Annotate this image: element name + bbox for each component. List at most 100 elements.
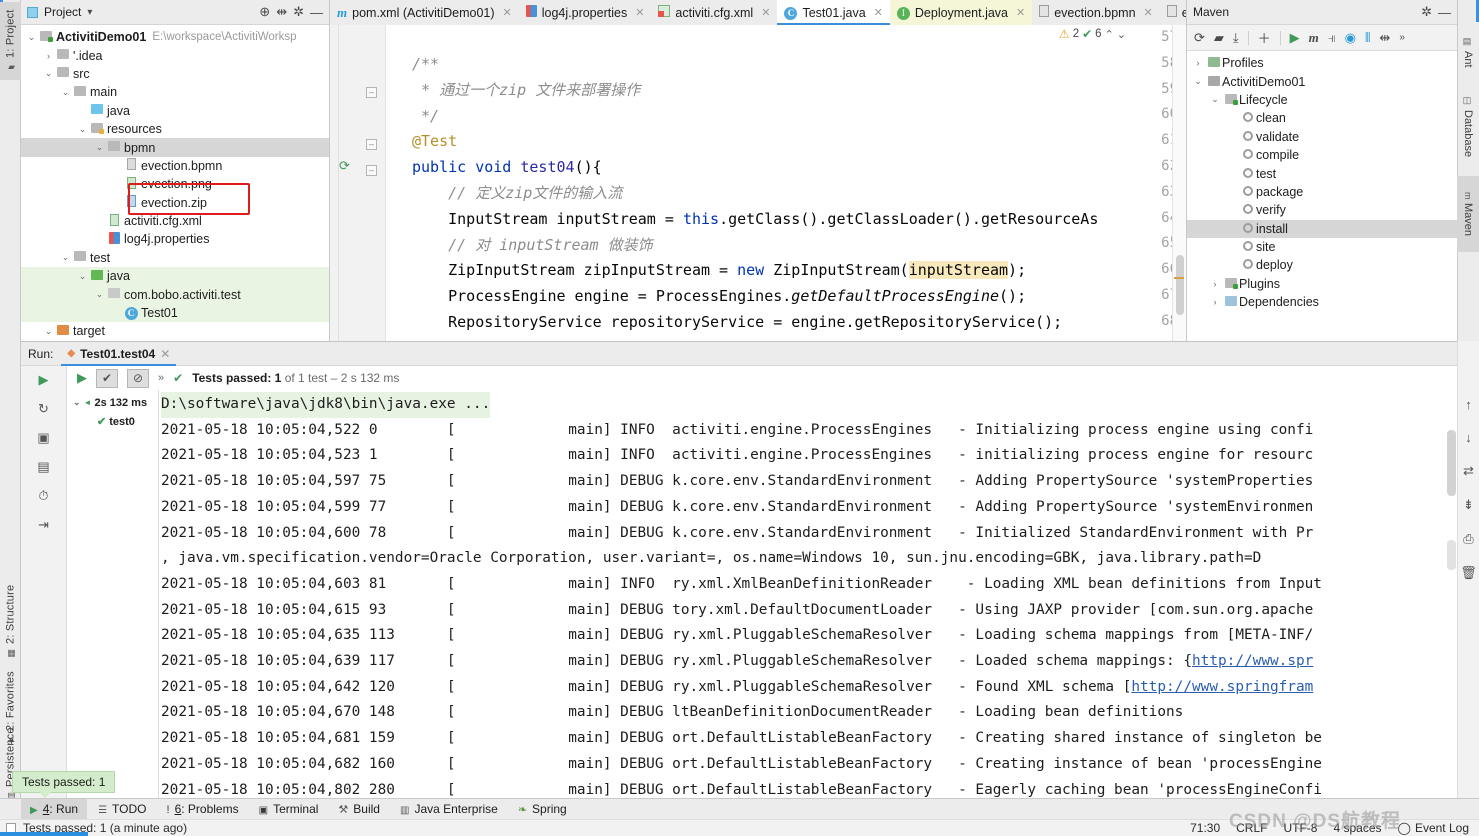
maven-tree-node[interactable]: package bbox=[1187, 183, 1457, 201]
editor-tab[interactable]: log4j.properties ✕ bbox=[519, 0, 652, 25]
chevron-down-icon[interactable]: ⌄ bbox=[93, 289, 106, 300]
chevron-right-icon[interactable]: › bbox=[42, 51, 55, 61]
close-icon[interactable]: ✕ bbox=[1144, 6, 1153, 19]
chevron-right-icon[interactable]: › bbox=[1208, 279, 1222, 289]
maven-tree-node[interactable]: site bbox=[1187, 238, 1457, 256]
fold-marker-icon[interactable]: – bbox=[366, 87, 377, 98]
code-line[interactable]: public void test04(){ bbox=[412, 154, 602, 180]
maven-tree-node[interactable]: ⌄ ActivitiDemo01 bbox=[1187, 72, 1457, 90]
maven-tree-node[interactable]: ⌄ Lifecycle bbox=[1187, 91, 1457, 109]
maven-toolbar[interactable]: ⟳ ▰ ⤓ ＋ ▶ m ⫣ ◉ ⫴ ⇹ » bbox=[1187, 25, 1457, 51]
console-scrollbar-track[interactable] bbox=[1447, 540, 1456, 570]
close-icon[interactable]: ✕ bbox=[761, 6, 770, 19]
maven-tree-node[interactable]: compile bbox=[1187, 146, 1457, 164]
execute-maven-goal-icon[interactable]: m bbox=[1309, 30, 1319, 46]
run-configuration-tab[interactable]: ◆ Test01.test04 ✕ bbox=[61, 342, 177, 366]
reload-icon[interactable]: ⟳ bbox=[1194, 30, 1205, 46]
test-tree-item[interactable]: ✔ test0 bbox=[67, 412, 158, 431]
editor-tab[interactable]: I Deployment.java ✕ bbox=[889, 0, 1033, 25]
code-line[interactable]: // 对 inputStream 做装饰 bbox=[412, 232, 653, 258]
maven-tree[interactable]: › Profiles ⌄ ActivitiDemo01 ⌄ Lifecycle clean v… bbox=[1187, 51, 1457, 311]
expand-icon[interactable]: » bbox=[158, 372, 164, 384]
add-maven-projects-icon[interactable]: ▰ bbox=[1214, 30, 1224, 46]
chevron-right-icon[interactable]: › bbox=[1191, 58, 1205, 68]
project-tree-node[interactable]: › '.idea bbox=[21, 46, 329, 64]
history-icon[interactable]: ⏱ bbox=[38, 488, 48, 504]
bottom-bar-item-terminal[interactable]: ▣ Terminal bbox=[250, 799, 328, 820]
caret-position[interactable]: 71:30 bbox=[1190, 821, 1220, 835]
stop-icon[interactable]: ▣ bbox=[37, 430, 49, 446]
code-line[interactable]: * 通过一个zip 文件来部署操作 bbox=[412, 77, 640, 103]
rerun-failed-icon[interactable]: ↻ bbox=[38, 401, 49, 417]
run-icon[interactable]: ▶ bbox=[1290, 30, 1300, 46]
clear-all-icon[interactable]: 🗑 bbox=[1460, 565, 1477, 581]
code-line[interactable]: ProcessEngine engine = ProcessEngines.ge… bbox=[412, 283, 1026, 309]
project-tree-node[interactable]: log4j.properties bbox=[21, 230, 329, 248]
editor-tab-bar[interactable]: m pom.xml (ActivitiDemo01) ✕ log4j.properti… bbox=[330, 0, 1186, 25]
chevron-down-icon[interactable]: ⌄ bbox=[59, 252, 72, 263]
project-tree-node[interactable]: ⌄ src bbox=[21, 65, 329, 83]
indent-setting[interactable]: 4 spaces bbox=[1333, 821, 1381, 835]
console-output[interactable]: D:\software\java\jdk8\bin\java.exe ... 20… bbox=[159, 390, 1443, 798]
collapse-all-icon[interactable]: ⇹ bbox=[276, 4, 287, 20]
more-icon[interactable]: » bbox=[1399, 32, 1405, 43]
project-tree-node[interactable]: ⌄ target bbox=[21, 322, 329, 340]
maven-tree-node[interactable]: › Dependencies bbox=[1187, 293, 1457, 311]
run-panel-toolbar[interactable]: ▶ ↻ ▣ ▤ ⏱ ⇥ bbox=[21, 366, 67, 798]
chevron-down-icon[interactable]: ⌄ bbox=[42, 68, 55, 79]
file-encoding[interactable]: UTF-8 bbox=[1283, 821, 1317, 835]
project-tree-node[interactable]: ⌄ com.bobo.activiti.test bbox=[21, 285, 329, 304]
code-line[interactable]: /** bbox=[412, 51, 439, 77]
chevron-down-icon[interactable]: ⌄ bbox=[25, 32, 38, 43]
toggle-skip-tests-icon[interactable]: ⫣ bbox=[1328, 30, 1336, 46]
code-editor[interactable]: 57 58 59 60 61 62 63 64 65 66 67 68 – – – ⟳ /** * 通… bbox=[330, 25, 1186, 341]
tool-window-button-database[interactable]: ◫ Database bbox=[1457, 82, 1479, 172]
project-tree-node[interactable]: ⌄ java bbox=[21, 267, 329, 286]
run-icon[interactable]: ▶ bbox=[77, 370, 87, 386]
console-hyperlink[interactable]: http://www.spr bbox=[1192, 653, 1313, 669]
chevron-down-icon[interactable]: ⌄ bbox=[93, 142, 106, 153]
close-icon[interactable]: ✕ bbox=[1016, 6, 1025, 19]
console-scrollbar-thumb[interactable] bbox=[1447, 430, 1456, 496]
soft-wrap-icon[interactable]: ⇄ bbox=[1463, 463, 1474, 479]
gear-icon[interactable]: ✲ bbox=[1421, 4, 1432, 20]
bottom-bar-item-spring[interactable]: ❧ Spring bbox=[509, 799, 576, 820]
maven-tree-node[interactable]: › Profiles bbox=[1187, 54, 1457, 72]
scroll-up-icon[interactable]: ↑ bbox=[1465, 397, 1472, 412]
locate-icon[interactable]: ⊕ bbox=[259, 4, 270, 20]
project-tree-node[interactable]: evection.png bbox=[21, 175, 329, 193]
maven-tree-node[interactable]: test bbox=[1187, 164, 1457, 182]
fold-marker-icon[interactable]: – bbox=[366, 165, 377, 176]
project-tree[interactable]: ⌄ ActivitiDemo01 E:\workspace\ActivitiWork… bbox=[21, 25, 329, 341]
chevron-down-icon[interactable]: ⌄ bbox=[1208, 94, 1222, 105]
maven-tree-node[interactable]: › Plugins bbox=[1187, 275, 1457, 293]
project-tree-node[interactable]: C Test01 bbox=[21, 303, 329, 323]
chevron-down-icon[interactable]: ⌄ bbox=[76, 271, 89, 282]
project-tree-node[interactable]: ⌄ resources bbox=[21, 120, 329, 138]
editor-tab[interactable]: m pom.xml (ActivitiDemo01) ✕ bbox=[330, 0, 519, 25]
project-tree-node[interactable]: ⌄ ActivitiDemo01 E:\workspace\ActivitiWork… bbox=[21, 28, 329, 46]
project-tree-node[interactable]: java bbox=[21, 102, 329, 120]
run-test-gutter-icon[interactable]: ⟳ bbox=[339, 158, 350, 174]
bottom-tool-window-bar[interactable]: ▶ 4: Run ☰ TODO! 6: Problems ▣ Terminal ⚒ Build ▥… bbox=[0, 798, 1479, 820]
maven-tree-node[interactable]: install bbox=[1187, 219, 1457, 238]
project-tree-node[interactable]: activiti.cfg.xml bbox=[21, 212, 329, 230]
close-icon[interactable]: ✕ bbox=[635, 6, 644, 19]
show-passed-toggle[interactable]: ✔ bbox=[96, 368, 118, 388]
collapse-all-icon[interactable]: ⇹ bbox=[1379, 30, 1390, 46]
fold-marker-icon[interactable]: – bbox=[366, 139, 377, 150]
console-hyperlink[interactable]: http://www.springfram bbox=[1131, 679, 1313, 695]
editor-tab[interactable]: activiti.cfg.xml ✕ bbox=[651, 0, 777, 25]
chevron-down-icon[interactable]: ⌄ bbox=[73, 397, 81, 408]
project-tree-node[interactable]: ⌄ test bbox=[21, 249, 329, 267]
editor-tab[interactable]: evection.bpmn ✕ bbox=[1032, 0, 1160, 25]
chevron-down-icon[interactable]: ⌄ bbox=[1117, 28, 1126, 41]
chevron-down-icon[interactable]: ⌄ bbox=[42, 326, 55, 337]
event-log-button[interactable]: ◯ Event Log bbox=[1398, 821, 1469, 835]
code-line[interactable]: */ bbox=[412, 103, 439, 129]
rerun-green-icon[interactable]: ▶ bbox=[39, 372, 49, 388]
tool-window-button-structure[interactable]: ▦ 2: Structure bbox=[0, 575, 21, 667]
bottom-bar-item-build[interactable]: ⚒ Build bbox=[329, 799, 389, 820]
chevron-right-icon[interactable]: › bbox=[1208, 297, 1222, 307]
editor-tab[interactable]: C Test01.java ✕ bbox=[777, 0, 891, 25]
